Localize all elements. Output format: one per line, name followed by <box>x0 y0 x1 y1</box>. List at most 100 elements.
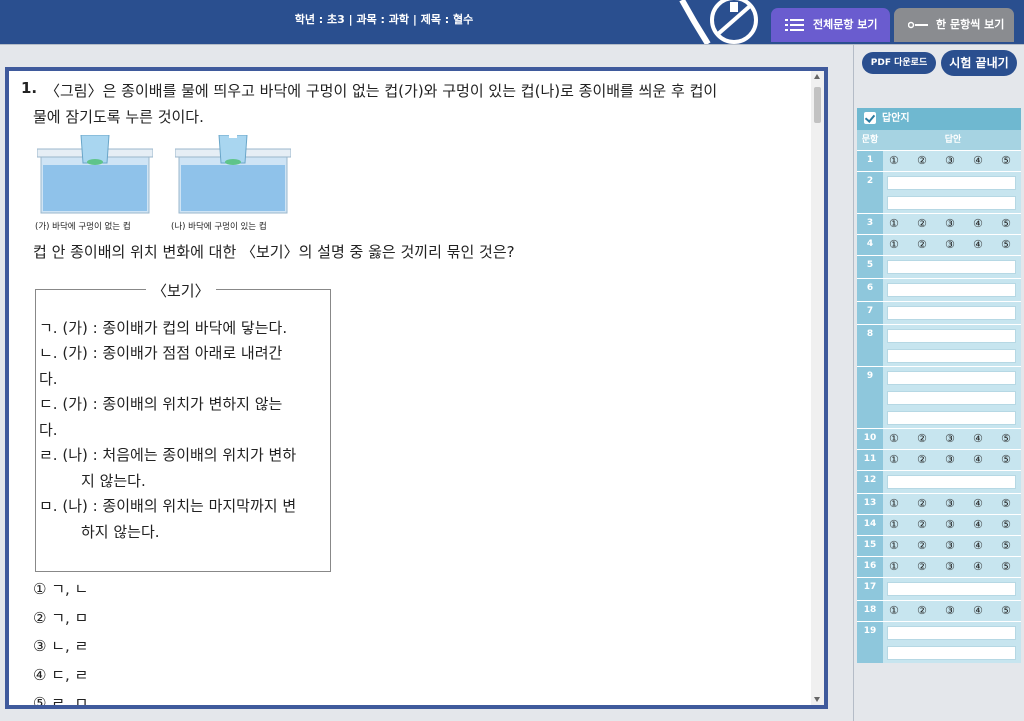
answer-options: ①②③④⑤ <box>889 154 1024 167</box>
answer-option-radio[interactable]: ④ <box>973 518 1001 531</box>
answer-option-radio[interactable]: ⑤ <box>1001 539 1024 552</box>
answer-row-number: 18 <box>857 601 883 621</box>
answer-option-radio[interactable]: ③ <box>945 432 973 445</box>
scroll-down-icon[interactable] <box>814 697 820 702</box>
scroll-thumb[interactable] <box>814 87 821 123</box>
answer-row: 6 <box>857 278 1021 301</box>
answer-option-radio[interactable]: ⑤ <box>1001 154 1024 167</box>
answer-sheet-columns: 문항 답안 <box>857 130 1021 150</box>
answer-option-radio[interactable]: ③ <box>945 518 973 531</box>
answer-option-radio[interactable]: ① <box>889 453 917 466</box>
tab-one-question[interactable]: 한 문항씩 보기 <box>894 8 1014 42</box>
answer-text-input[interactable] <box>887 391 1016 405</box>
exam-info: 학년 : 초3 | 과목 : 과학 | 제목 : 혈수 <box>294 13 474 26</box>
answer-text-input[interactable] <box>887 283 1016 297</box>
answer-option-radio[interactable]: ② <box>917 604 945 617</box>
answer-row: 11 ① ② ③ ④ ⑤ <box>857 449 1021 470</box>
answer-row-number: 19 <box>857 622 883 663</box>
answer-text-input[interactable] <box>887 626 1016 640</box>
answer-option-radio[interactable]: ② <box>917 539 945 552</box>
answer-option-radio[interactable]: ④ <box>973 453 1001 466</box>
answer-option-radio[interactable]: ⑤ <box>1001 238 1024 251</box>
answer-option-radio[interactable]: ③ <box>945 539 973 552</box>
answer-option-radio[interactable]: ④ <box>973 432 1001 445</box>
column-question-number: 문항 <box>861 135 879 145</box>
choice-option[interactable]: ② ㄱ, ㅁ <box>33 607 88 628</box>
answer-option-radio[interactable]: ① <box>889 497 917 510</box>
question-text-line2: 물에 잠기도록 누른 것이다. <box>33 108 204 126</box>
pdf-download-button[interactable]: PDF 다운로드 <box>862 52 936 74</box>
answer-option-radio[interactable]: ① <box>889 154 917 167</box>
choice-option[interactable]: ① ㄱ, ㄴ <box>33 578 88 599</box>
answer-row: 8 <box>857 324 1021 366</box>
answer-option-radio[interactable]: ④ <box>973 539 1001 552</box>
answer-row: 3①②③④⑤ <box>857 213 1021 234</box>
choice-option[interactable]: ⑤ ㄹ, ㅁ <box>33 692 88 705</box>
answer-option-radio[interactable]: ① <box>889 217 917 230</box>
question-panel[interactable]: 1. 〈그림〉은 종이배를 물에 띄우고 바닥에 구멍이 없는 컵(가)와 구멍… <box>5 67 828 709</box>
tab-one-label: 한 문항씩 보기 <box>936 18 1005 31</box>
answer-option-radio[interactable]: ③ <box>945 154 973 167</box>
vertical-scrollbar[interactable] <box>811 71 824 705</box>
answer-option-radio[interactable]: ② <box>917 453 945 466</box>
answer-row: 16 ① ② ③ ④ ⑤ <box>857 556 1021 577</box>
answer-option-radio[interactable]: ③ <box>945 217 973 230</box>
answer-option-radio[interactable]: ④ <box>973 154 1001 167</box>
answer-option-radio[interactable]: ⑤ <box>1001 604 1024 617</box>
answer-text-input[interactable] <box>887 176 1016 190</box>
answer-row-number: 17 <box>857 578 883 600</box>
answer-text-input[interactable] <box>887 349 1016 363</box>
answer-option-radio[interactable]: ⑤ <box>1001 453 1024 466</box>
answer-option-radio[interactable]: ④ <box>973 497 1001 510</box>
answer-row: 1①②③④⑤ <box>857 150 1021 171</box>
answer-text-input[interactable] <box>887 475 1016 489</box>
answer-option-radio[interactable]: ① <box>889 432 917 445</box>
choice-option[interactable]: ③ ㄴ, ㄹ <box>33 635 88 656</box>
answer-option-radio[interactable]: ③ <box>945 604 973 617</box>
answer-option-radio[interactable]: ③ <box>945 238 973 251</box>
answer-text-input[interactable] <box>887 411 1016 425</box>
answer-option-radio[interactable]: ② <box>917 432 945 445</box>
answer-option-radio[interactable]: ① <box>889 560 917 573</box>
answer-options: ①②③④⑤ <box>889 560 1024 573</box>
answer-option-radio[interactable]: ② <box>917 497 945 510</box>
answer-option-radio[interactable]: ② <box>917 518 945 531</box>
answer-text-input[interactable] <box>887 260 1016 274</box>
answer-row-number: 2 <box>857 172 883 213</box>
answer-option-radio[interactable]: ④ <box>973 238 1001 251</box>
answer-option-radio[interactable]: ① <box>889 539 917 552</box>
answer-text-input[interactable] <box>887 371 1016 385</box>
answer-option-radio[interactable]: ③ <box>945 453 973 466</box>
question-text-line1: 〈그림〉은 종이배를 물에 띄우고 바닥에 구멍이 없는 컵(가)와 구멍이 있… <box>45 82 718 100</box>
answer-option-radio[interactable]: ② <box>917 238 945 251</box>
answer-text-input[interactable] <box>887 646 1016 660</box>
scroll-up-icon[interactable] <box>814 74 820 79</box>
answer-option-radio[interactable]: ② <box>917 217 945 230</box>
answer-text-input[interactable] <box>887 582 1016 596</box>
answer-text-input[interactable] <box>887 306 1016 320</box>
answer-row: 7 <box>857 301 1021 324</box>
tab-all-questions[interactable]: 전체문항 보기 <box>771 8 890 42</box>
answer-option-radio[interactable]: ⑤ <box>1001 560 1024 573</box>
answer-option-radio[interactable]: ④ <box>973 217 1001 230</box>
answer-option-radio[interactable]: ⑤ <box>1001 217 1024 230</box>
answer-text-input[interactable] <box>887 329 1016 343</box>
answer-option-radio[interactable]: ⑤ <box>1001 432 1024 445</box>
answer-option-radio[interactable]: ⑤ <box>1001 518 1024 531</box>
answer-option-radio[interactable]: ① <box>889 238 917 251</box>
answer-option-radio[interactable]: ② <box>917 154 945 167</box>
answer-option-radio[interactable]: ④ <box>973 560 1001 573</box>
answer-text-input[interactable] <box>887 196 1016 210</box>
bogi-line: 다. <box>39 370 58 388</box>
answer-row: 4①②③④⑤ <box>857 234 1021 255</box>
answer-option-radio[interactable]: ③ <box>945 497 973 510</box>
answer-option-radio[interactable]: ② <box>917 560 945 573</box>
answer-rows: 1 ① ② ③ ④ ⑤ 2 3 ① ② ③ ④ ⑤ 4 ① ② ③ ④ ⑤ 5 6 7 8 9 10 ① ② ③ ④ ⑤ 11 ① ② ③ ④ ⑤ 12… <box>857 150 1021 663</box>
answer-option-radio[interactable]: ① <box>889 604 917 617</box>
end-exam-button[interactable]: 시험 끝내기 <box>941 50 1017 76</box>
answer-option-radio[interactable]: ⑤ <box>1001 497 1024 510</box>
answer-option-radio[interactable]: ④ <box>973 604 1001 617</box>
answer-option-radio[interactable]: ① <box>889 518 917 531</box>
choice-option[interactable]: ④ ㄷ, ㄹ <box>33 664 88 685</box>
answer-option-radio[interactable]: ③ <box>945 560 973 573</box>
